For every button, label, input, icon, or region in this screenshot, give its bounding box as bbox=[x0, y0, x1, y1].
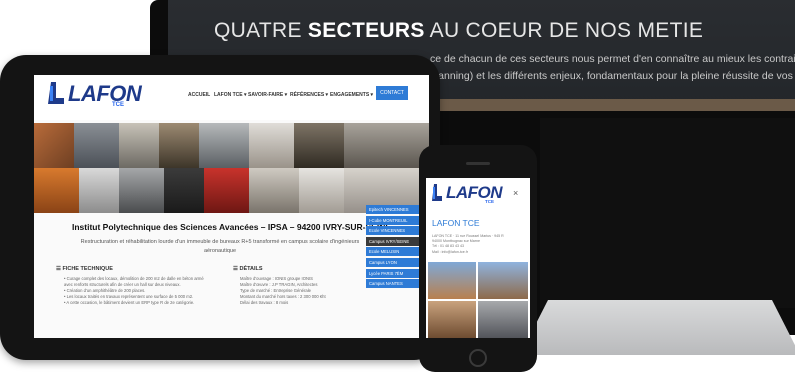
gallery-photo[interactable] bbox=[74, 123, 119, 168]
gallery-photo[interactable] bbox=[249, 123, 294, 168]
phone-speaker bbox=[466, 162, 490, 165]
nav-references[interactable]: RÉFÉRENCES ▾ bbox=[290, 92, 328, 98]
monitor-screen-lower bbox=[540, 118, 795, 308]
project-photo-gallery[interactable] bbox=[34, 123, 429, 213]
list-item: Délai des travaux : 8 mois bbox=[240, 300, 289, 305]
tablet-logo-text[interactable]: LAFON bbox=[68, 81, 142, 107]
gallery-photo[interactable] bbox=[164, 168, 204, 213]
monitor-intro-line-2: planning) et les différents enjeux, fond… bbox=[430, 70, 795, 82]
section-heading-details: ☰ DÉTAILS bbox=[233, 266, 263, 272]
gallery-photo[interactable] bbox=[199, 123, 249, 168]
phone-page-title: LAFON TCE bbox=[432, 218, 480, 228]
gallery-photo[interactable] bbox=[159, 123, 199, 168]
gallery-photo[interactable] bbox=[119, 168, 164, 213]
close-icon[interactable]: × bbox=[513, 188, 518, 198]
gallery-photo[interactable] bbox=[34, 123, 74, 168]
phone-contact-info: LAFON TCE · 11 rue Roussel Marius · 945 … bbox=[432, 234, 522, 255]
section-heading-fiche-technique: ☰ FICHE TECHNIQUE bbox=[56, 266, 113, 272]
gallery-photo[interactable] bbox=[79, 168, 119, 213]
technical-sheet-list: • Curage complet des locaux, démolition … bbox=[64, 276, 224, 306]
gallery-photo[interactable] bbox=[249, 168, 299, 213]
nav-savoir-faire[interactable]: SAVOIR-FAIRE ▾ bbox=[248, 92, 287, 98]
contact-button[interactable]: CONTACT bbox=[376, 86, 408, 100]
nav-lafon-tce[interactable]: LAFON TCE ▾ bbox=[214, 92, 247, 98]
tablet-logo-subtitle: TCE bbox=[112, 102, 124, 108]
monitor-photo-strip bbox=[430, 99, 795, 111]
gallery-photo[interactable] bbox=[34, 168, 79, 213]
gallery-photo[interactable] bbox=[204, 168, 249, 213]
gallery-photo[interactable] bbox=[478, 301, 528, 338]
gallery-photo[interactable] bbox=[294, 123, 344, 168]
list-item: • A cette occasion, le bâtiment devient … bbox=[64, 300, 195, 305]
monitor-intro-line-1: ce de chacun de ces secteurs nous permet… bbox=[430, 53, 795, 65]
gallery-photo[interactable] bbox=[119, 123, 159, 168]
nav-engagements[interactable]: ENGAGEMENTS ▾ bbox=[330, 92, 373, 98]
gallery-photo[interactable] bbox=[344, 123, 429, 168]
monitor-stand bbox=[520, 300, 795, 355]
details-list: Maître d'ouvrage : IONIS groupe IONIS Ma… bbox=[240, 276, 370, 306]
phone-photo-gallery[interactable] bbox=[428, 262, 528, 338]
lafon-logo-icon[interactable] bbox=[48, 82, 64, 104]
gallery-photo[interactable] bbox=[299, 168, 344, 213]
info-line: Mail : info@lafon-tce.fr bbox=[432, 249, 469, 254]
gallery-photo[interactable] bbox=[478, 262, 528, 299]
project-description: Restructuration et réhabilitation lourde… bbox=[80, 239, 360, 254]
gallery-photo[interactable] bbox=[428, 301, 476, 338]
phone-logo-subtitle: TCE bbox=[485, 199, 494, 204]
monitor-headline: QUATRE SECTEURS AU COEUR DE NOS METIE bbox=[214, 19, 704, 42]
home-button[interactable] bbox=[469, 349, 487, 367]
lafon-logo-icon[interactable] bbox=[432, 184, 442, 201]
nav-accueil[interactable]: ACCUEIL bbox=[188, 92, 210, 98]
gallery-photo[interactable] bbox=[428, 262, 476, 299]
